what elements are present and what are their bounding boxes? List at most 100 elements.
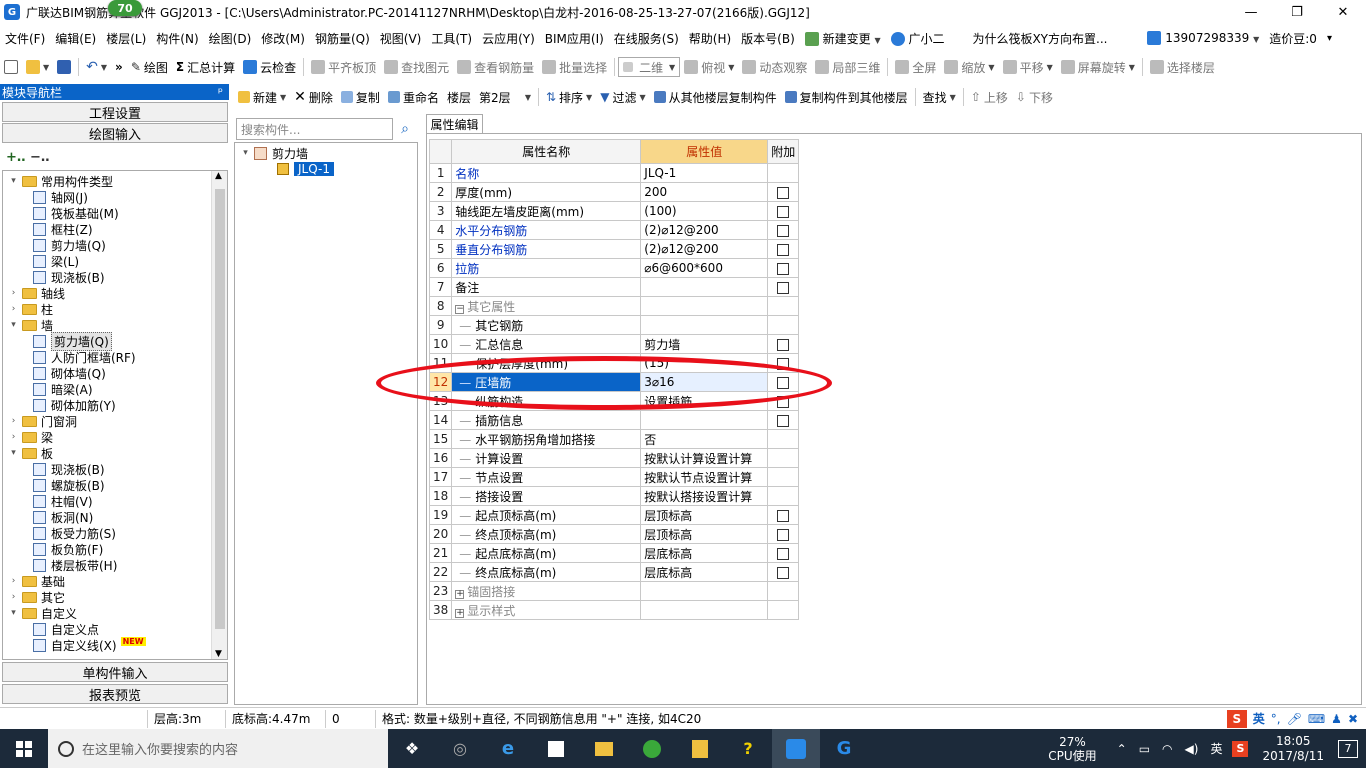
assistant-button[interactable]: 广小二 bbox=[886, 30, 950, 47]
tree-item-row[interactable]: 轴网(J) bbox=[33, 189, 88, 205]
collapse-all-icon[interactable]: −‥ bbox=[30, 150, 50, 165]
explorer-icon[interactable] bbox=[580, 729, 628, 768]
keyboard-icon[interactable]: ⌨ bbox=[1308, 712, 1325, 726]
batch-select-button[interactable]: 批量选择 bbox=[538, 59, 611, 76]
ime-indicator[interactable]: 英 bbox=[1210, 740, 1222, 757]
tree-folder-row[interactable]: › 轴线 bbox=[9, 285, 65, 301]
dynamic-view-button[interactable]: 动态观察 bbox=[738, 59, 811, 76]
property-value-cell[interactable]: 层底标高 bbox=[640, 543, 769, 563]
tree-item-row[interactable]: 螺旋板(B) bbox=[33, 477, 105, 493]
menu-edit[interactable]: 编辑(E) bbox=[50, 30, 101, 47]
menu-tools[interactable]: 工具(T) bbox=[426, 30, 477, 47]
property-row[interactable]: 2 厚度(mm) 200 bbox=[428, 182, 800, 202]
cloud-check-button[interactable]: 云检查 bbox=[239, 59, 300, 76]
zoom-button[interactable]: 缩放 ▼ bbox=[940, 59, 998, 76]
component-item-row[interactable]: JLQ-1 bbox=[277, 161, 334, 177]
tree-scrollbar[interactable]: ▲ ▼ bbox=[211, 171, 227, 659]
tree-folder-row[interactable]: › 柱 bbox=[9, 301, 53, 317]
menu-bim[interactable]: BIM应用(I) bbox=[540, 30, 609, 47]
tree-item-row[interactable]: 板负筋(F) bbox=[33, 541, 103, 557]
property-row[interactable]: 7 备注 bbox=[428, 277, 800, 297]
property-value-cell[interactable]: (100) bbox=[640, 201, 769, 221]
clock[interactable]: 18:05 2017/8/11 bbox=[1262, 734, 1324, 764]
component-group-row[interactable]: ▾ 剪力墙 bbox=[241, 145, 308, 161]
extra-checkbox[interactable] bbox=[777, 338, 790, 351]
property-row[interactable]: 6 拉筋 ⌀6@600*600 bbox=[428, 258, 800, 278]
view-mode-select[interactable]: 二维 ▼ bbox=[618, 57, 681, 77]
property-row[interactable]: 21— 起点底标高(m) 层底标高 bbox=[428, 543, 800, 563]
store-icon[interactable] bbox=[532, 729, 580, 768]
tree-item-row[interactable]: 人防门框墙(RF) bbox=[33, 349, 136, 365]
extra-checkbox[interactable] bbox=[777, 262, 790, 275]
shirt-icon[interactable]: ♟ bbox=[1331, 712, 1342, 726]
property-row[interactable]: 14— 插筋信息 bbox=[428, 410, 800, 430]
menu-version[interactable]: 版本号(B) bbox=[736, 30, 800, 47]
view-rebar-button[interactable]: 查看钢筋量 bbox=[453, 59, 538, 76]
property-value-cell[interactable] bbox=[640, 581, 769, 601]
collapse-icon[interactable]: ▾ bbox=[9, 448, 18, 458]
expand-icon[interactable]: › bbox=[9, 432, 18, 442]
delete-button[interactable]: ✕ 删除 bbox=[290, 89, 337, 106]
local-3d-button[interactable]: 局部三维 bbox=[811, 59, 884, 76]
tab-property-edit[interactable]: 属性编辑 bbox=[426, 114, 483, 134]
property-value-cell[interactable]: 层底标高 bbox=[640, 562, 769, 582]
close-button[interactable]: ✕ bbox=[1320, 0, 1366, 24]
expand-icon[interactable]: › bbox=[9, 592, 18, 602]
expand-icon[interactable]: › bbox=[9, 416, 18, 426]
property-value-cell[interactable]: 200 bbox=[640, 182, 769, 202]
extra-checkbox[interactable] bbox=[777, 205, 790, 218]
tree-item-row[interactable]: 砌体加筋(Y) bbox=[33, 397, 116, 413]
punct-icon[interactable]: °, bbox=[1271, 712, 1281, 726]
single-input-button[interactable]: 单构件输入 bbox=[2, 662, 228, 682]
property-value-cell[interactable]: ⌀6@600*600 bbox=[640, 258, 769, 278]
scroll-down-icon[interactable]: ▼ bbox=[215, 649, 222, 659]
tray-expand-icon[interactable]: ⌃ bbox=[1117, 742, 1127, 756]
notes-app-icon[interactable] bbox=[676, 729, 724, 768]
tree-folder-row[interactable]: › 其它 bbox=[9, 589, 65, 605]
property-row[interactable]: 9— 其它钢筋 bbox=[428, 315, 800, 335]
property-value-cell[interactable] bbox=[640, 410, 769, 430]
start-button[interactable] bbox=[0, 729, 48, 768]
cpu-meter[interactable]: 27% CPU使用 bbox=[1048, 735, 1096, 763]
property-value-cell[interactable]: (2)⌀12@200 bbox=[640, 239, 769, 259]
property-row[interactable]: 38 + 显示样式 bbox=[428, 600, 800, 620]
wifi-icon[interactable]: ◠ bbox=[1162, 742, 1172, 756]
project-settings-button[interactable]: 工程设置 bbox=[2, 102, 228, 122]
tree-item-row[interactable]: 板受力筋(S) bbox=[33, 525, 116, 541]
select-floor-button[interactable]: 选择楼层 bbox=[1146, 59, 1219, 76]
property-row[interactable]: 16— 计算设置 按默认计算设置计算 bbox=[428, 448, 800, 468]
property-row[interactable]: 20— 终点顶标高(m) 层顶标高 bbox=[428, 524, 800, 544]
pin-icon[interactable]: ᵖ bbox=[218, 85, 223, 99]
move-down-button[interactable]: ⇩ 下移 bbox=[1012, 89, 1057, 106]
move-up-button[interactable]: ⇧ 上移 bbox=[967, 89, 1012, 106]
volume-icon[interactable]: ◀) bbox=[1185, 742, 1199, 756]
sogou-tray-icon[interactable]: S bbox=[1232, 740, 1249, 757]
tree-folder-row[interactable]: ▾ 自定义 bbox=[9, 605, 77, 621]
extra-checkbox[interactable] bbox=[777, 186, 790, 199]
undo-button[interactable]: ↶ ▼ bbox=[82, 59, 111, 75]
rename-button[interactable]: 重命名 bbox=[384, 89, 443, 106]
browser-icon[interactable]: ◎ bbox=[436, 729, 484, 768]
menu-cloud[interactable]: 云应用(Y) bbox=[477, 30, 540, 47]
tree-folder-row[interactable]: ▾ 墙 bbox=[9, 317, 53, 333]
menu-rebar[interactable]: 钢筋量(Q) bbox=[310, 30, 375, 47]
top-view-button[interactable]: 俯视 ▼ bbox=[680, 59, 738, 76]
open-file-button[interactable]: ▼ bbox=[22, 60, 53, 74]
tree-item-row[interactable]: 板洞(N) bbox=[33, 509, 93, 525]
copy-button[interactable]: 复制 bbox=[337, 89, 384, 106]
expand-icon[interactable]: › bbox=[9, 576, 18, 586]
property-row[interactable]: 15— 水平钢筋拐角增加搭接否 bbox=[428, 429, 800, 449]
tree-item-row[interactable]: 筏板基础(M) bbox=[33, 205, 119, 221]
pan-button[interactable]: 平移 ▼ bbox=[999, 59, 1057, 76]
extra-checkbox[interactable] bbox=[777, 566, 790, 579]
rotate-button[interactable]: 屏幕旋转 ▼ bbox=[1057, 59, 1139, 76]
tree-item-row[interactable]: 框柱(Z) bbox=[33, 221, 93, 237]
more-arrow-icon[interactable]: ▾ bbox=[1322, 33, 1337, 44]
find-element-button[interactable]: 查找图元 bbox=[380, 59, 453, 76]
new-change-menu[interactable]: 新建变更 ▼ bbox=[800, 30, 886, 47]
property-value-cell[interactable]: (2)⌀12@200 bbox=[640, 220, 769, 240]
fullscreen-button[interactable]: 全屏 bbox=[891, 59, 940, 76]
new-component-button[interactable]: 新建 ▼ bbox=[234, 89, 290, 106]
property-value-cell[interactable]: JLQ-1 bbox=[640, 163, 769, 183]
search-icon[interactable]: ⌕ bbox=[394, 118, 416, 140]
